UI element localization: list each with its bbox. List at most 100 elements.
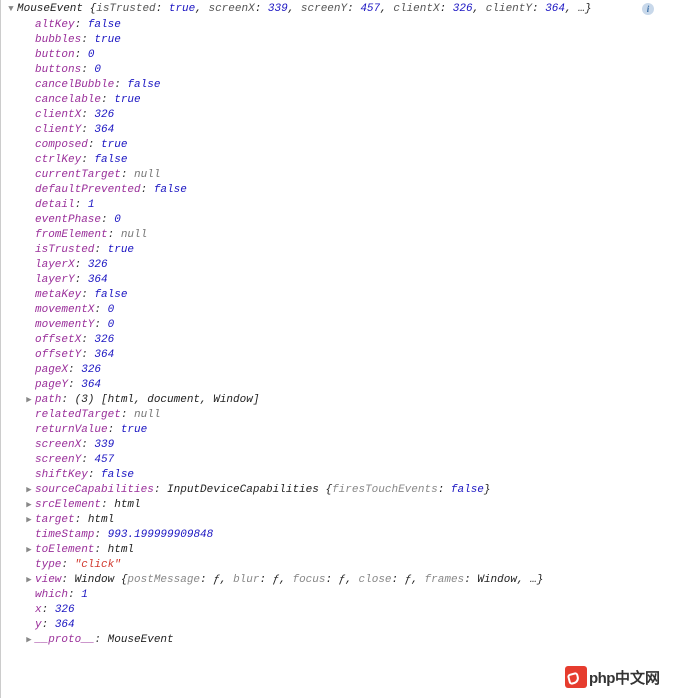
property-value: 0 xyxy=(108,304,115,316)
colon: : xyxy=(94,304,107,316)
colon: : xyxy=(154,484,167,496)
property-row: ▶isTrusted: true xyxy=(25,242,674,257)
class-name: MouseEvent xyxy=(17,3,83,15)
info-icon[interactable]: i xyxy=(642,3,654,15)
arrow-placeholder: ▶ xyxy=(25,110,33,120)
property-value: 364 xyxy=(55,619,75,631)
property-row[interactable]: ▶sourceCapabilities: InputDeviceCapabili… xyxy=(25,482,674,497)
colon: : xyxy=(75,19,88,31)
expand-arrow-right-icon[interactable]: ▶ xyxy=(25,395,33,405)
property-key: offsetY xyxy=(35,349,81,361)
object-summary-row[interactable]: ▼ MouseEvent {isTrusted: true, screenX: … xyxy=(1,2,674,17)
preview-pairs: isTrusted: true, screenX: 339, screenY: … xyxy=(96,3,578,15)
property-key: bubbles xyxy=(35,34,81,46)
colon: : xyxy=(75,49,88,61)
property-key: fromElement xyxy=(35,229,108,241)
property-row: ▶shiftKey: false xyxy=(25,467,674,482)
expand-arrow-down-icon[interactable]: ▼ xyxy=(7,4,15,14)
property-key: layerY xyxy=(35,274,75,286)
property-key: cancelable xyxy=(35,94,101,106)
arrow-placeholder: ▶ xyxy=(25,200,33,210)
property-value: 0 xyxy=(94,64,101,76)
property-key: clientY xyxy=(35,124,81,136)
property-value: 339 xyxy=(94,439,114,451)
expand-arrow-right-icon[interactable]: ▶ xyxy=(25,635,33,645)
property-value: 364 xyxy=(94,349,114,361)
property-row[interactable]: ▶path: (3) [html, document, Window] xyxy=(25,392,674,407)
property-value: 364 xyxy=(81,379,101,391)
property-row: ▶timeStamp: 993.199999909848 xyxy=(25,527,674,542)
property-value: html xyxy=(108,544,134,556)
property-value: (3) [html, document, Window] xyxy=(75,394,260,406)
property-row: ▶screenY: 457 xyxy=(25,452,674,467)
expand-arrow-right-icon[interactable]: ▶ xyxy=(25,500,33,510)
colon: : xyxy=(101,499,114,511)
colon: : xyxy=(88,469,101,481)
property-row[interactable]: ▶__proto__: MouseEvent xyxy=(25,632,674,647)
colon: : xyxy=(68,589,81,601)
arrow-placeholder: ▶ xyxy=(25,275,33,285)
property-row: ▶offsetY: 364 xyxy=(25,347,674,362)
property-row[interactable]: ▶view: Window {postMessage: ƒ, blur: ƒ, … xyxy=(25,572,674,587)
expand-arrow-right-icon[interactable]: ▶ xyxy=(25,575,33,585)
arrow-placeholder: ▶ xyxy=(25,95,33,105)
arrow-placeholder: ▶ xyxy=(25,605,33,615)
property-row: ▶altKey: false xyxy=(25,17,674,32)
property-row: ▶composed: true xyxy=(25,137,674,152)
object-summary: MouseEvent {isTrusted: true, screenX: 33… xyxy=(17,3,591,15)
console-log-entry: ▼ MouseEvent {isTrusted: true, screenX: … xyxy=(0,0,674,698)
property-value: html xyxy=(88,514,114,526)
colon: : xyxy=(108,424,121,436)
colon: : xyxy=(121,169,134,181)
property-value: true xyxy=(94,34,120,46)
arrow-placeholder: ▶ xyxy=(25,260,33,270)
property-row[interactable]: ▶target: html xyxy=(25,512,674,527)
arrow-placeholder: ▶ xyxy=(25,350,33,360)
arrow-placeholder: ▶ xyxy=(25,230,33,240)
property-row: ▶relatedTarget: null xyxy=(25,407,674,422)
property-value: 326 xyxy=(88,259,108,271)
property-row[interactable]: ▶srcElement: html xyxy=(25,497,674,512)
colon: : xyxy=(81,289,94,301)
property-row[interactable]: ▶toElement: html xyxy=(25,542,674,557)
property-key: toElement xyxy=(35,544,94,556)
arrow-placeholder: ▶ xyxy=(25,590,33,600)
arrow-placeholder: ▶ xyxy=(25,155,33,165)
expand-arrow-right-icon[interactable]: ▶ xyxy=(25,515,33,525)
property-key: eventPhase xyxy=(35,214,101,226)
colon: : xyxy=(81,124,94,136)
property-key: detail xyxy=(35,199,75,211)
property-value: 993.199999909848 xyxy=(108,529,214,541)
colon: : xyxy=(75,259,88,271)
property-value: 0 xyxy=(114,214,121,226)
colon: : xyxy=(81,34,94,46)
arrow-placeholder: ▶ xyxy=(25,560,33,570)
arrow-placeholder: ▶ xyxy=(25,215,33,225)
expand-arrow-right-icon[interactable]: ▶ xyxy=(25,545,33,555)
property-row: ▶button: 0 xyxy=(25,47,674,62)
property-row: ▶detail: 1 xyxy=(25,197,674,212)
property-row: ▶eventPhase: 0 xyxy=(25,212,674,227)
property-value: null xyxy=(121,229,147,241)
property-value: "click" xyxy=(75,559,121,571)
property-value: 1 xyxy=(88,199,95,211)
colon: : xyxy=(108,229,121,241)
arrow-placeholder: ▶ xyxy=(25,65,33,75)
expand-arrow-right-icon[interactable]: ▶ xyxy=(25,485,33,495)
property-key: pageX xyxy=(35,364,68,376)
colon: : xyxy=(61,559,74,571)
property-key: returnValue xyxy=(35,424,108,436)
property-value: false xyxy=(101,469,134,481)
property-key: __proto__ xyxy=(35,634,94,646)
property-value: 364 xyxy=(94,124,114,136)
brace-close: } xyxy=(585,3,592,15)
colon: : xyxy=(61,394,74,406)
property-value: 364 xyxy=(88,274,108,286)
colon: : xyxy=(88,139,101,151)
property-row: ▶returnValue: true xyxy=(25,422,674,437)
property-value: 0 xyxy=(108,319,115,331)
arrow-placeholder: ▶ xyxy=(25,425,33,435)
property-row: ▶cancelBubble: false xyxy=(25,77,674,92)
property-value: false xyxy=(154,184,187,196)
colon: : xyxy=(81,349,94,361)
